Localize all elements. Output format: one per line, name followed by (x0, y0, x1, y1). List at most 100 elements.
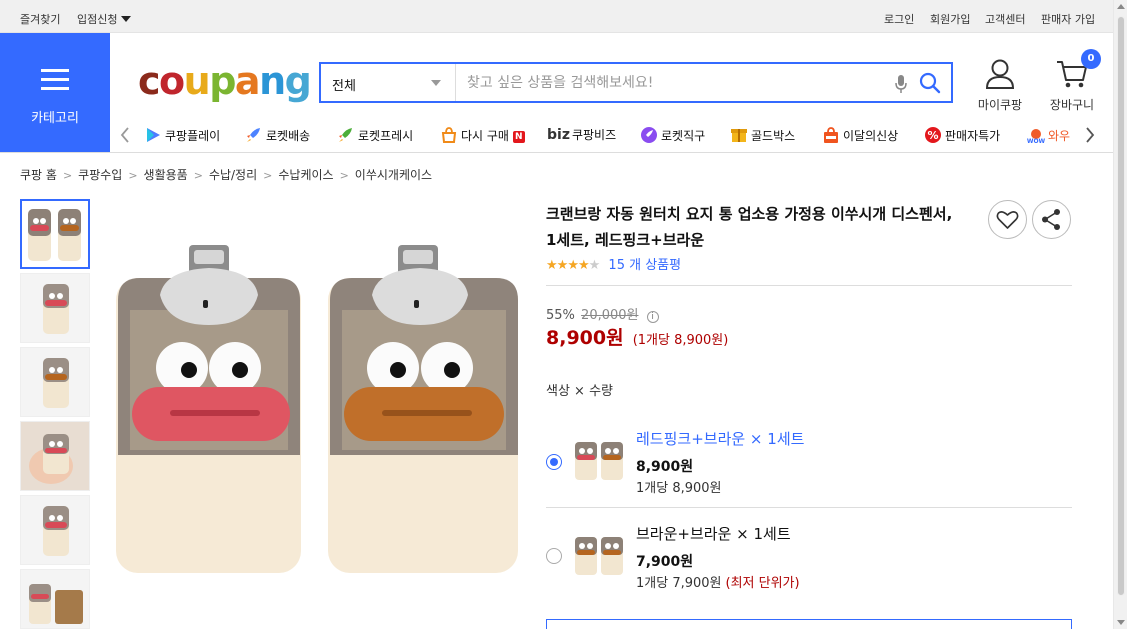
product-thumbnail[interactable] (20, 421, 90, 491)
wow-icon: WOW (1027, 129, 1045, 144)
microphone-icon[interactable] (895, 74, 907, 94)
option-unit-price: 1개당 7,900원 (최저 단위가) (636, 572, 800, 591)
cart-count-badge: 0 (1081, 49, 1101, 69)
product-thumbnail[interactable] (20, 199, 90, 269)
share-button[interactable] (1032, 200, 1071, 239)
seller-signup-link[interactable]: 판매자 가입 (1041, 11, 1095, 27)
chevron-right-icon: > (62, 169, 73, 182)
rating-row: ★★★★★ 15 개 상품평 (546, 254, 681, 273)
bookmark-link[interactable]: 즐겨찾기 (20, 11, 60, 27)
vertical-scrollbar[interactable] (1113, 0, 1127, 629)
logo-letter: c (138, 59, 161, 103)
svc-rocket-delivery[interactable]: 로켓배송 (245, 126, 310, 144)
user-icon (985, 59, 1015, 89)
goldbox-icon (731, 129, 747, 142)
svc-label: 로켓직구 (661, 129, 706, 143)
svc-goldbox[interactable]: 골드박스 (730, 126, 795, 144)
customer-center-link[interactable]: 고객센터 (985, 11, 1025, 27)
lowest-unit-price-tag: (최저 단위가) (725, 576, 800, 591)
breadcrumb-item[interactable]: 쿠팡 홈 (20, 168, 57, 182)
login-link[interactable]: 로그인 (884, 11, 914, 27)
option-item[interactable]: 레드핑크+브라운 × 1세트 8,900원 1개당 8,900원 (546, 426, 1072, 496)
search-category-value: 전체 (332, 79, 356, 94)
option-thumbnail (573, 533, 625, 577)
logo-letter: u (183, 59, 211, 103)
heart-icon (996, 211, 1019, 229)
svc-label: 쿠팡비즈 (571, 128, 617, 142)
mypage-label: 마이쿠팡 (977, 98, 1023, 112)
svc-rocket-fresh[interactable]: 로켓프레시 (337, 126, 413, 144)
rocket-icon (247, 128, 260, 142)
star-empty-icon: ★ (588, 258, 601, 273)
nav-left-arrow-icon[interactable] (120, 127, 130, 143)
option-label: 색상 × 수량 (546, 384, 613, 399)
svc-coupang-play[interactable]: 쿠팡플레이 (144, 126, 220, 144)
dispenser-left-illustration (116, 245, 301, 573)
svc-label: 쿠팡플레이 (165, 129, 221, 143)
rocket-global-icon (641, 127, 657, 143)
product-title: 크랜브랑 자동 원터치 요지 통 업소용 가정용 이쑤시개 디스펜서, 1세트,… (546, 205, 953, 249)
chevron-right-icon: > (263, 169, 273, 182)
chevron-right-icon: > (339, 169, 349, 182)
svc-new-arrivals[interactable]: 이달의신상 (822, 126, 898, 144)
caret-down-icon (121, 16, 132, 22)
breadcrumb-item[interactable]: 생활용품 (144, 168, 188, 182)
service-nav: 쿠팡플레이 로켓배송 로켓프레시 다시 구매 N biz 쿠팡비즈 로켓직구 골드… (110, 118, 1113, 152)
header-divider (0, 152, 1113, 153)
divider (546, 507, 1072, 508)
svc-rebuy[interactable]: 다시 구매 N (440, 126, 525, 144)
quantity-box[interactable] (546, 619, 1072, 629)
option-name: 레드핑크+브라운 × 1세트 (636, 430, 805, 448)
svc-label: 이달의신상 (843, 129, 899, 143)
product-thumbnail[interactable] (20, 495, 90, 565)
coupang-logo[interactable]: coupang (138, 56, 312, 106)
svc-wow[interactable]: WOW 와우 (1027, 126, 1079, 144)
logo-letter: p (209, 59, 236, 103)
breadcrumb-item[interactable]: 수납/정리 (209, 168, 257, 182)
wishlist-button[interactable] (988, 200, 1027, 239)
info-icon[interactable]: i (646, 311, 659, 323)
mypage-button[interactable]: 마이쿠팡 (976, 58, 1024, 113)
seller-apply-label: 입점신청 (77, 13, 118, 26)
option-radio[interactable] (546, 548, 562, 564)
logo-letter: n (259, 59, 286, 103)
rebuy-icon (441, 127, 457, 143)
new-badge: N (512, 131, 525, 143)
option-item[interactable]: 브라운+브라운 × 1세트 7,900원 1개당 7,900원 (최저 단위가) (546, 521, 1072, 591)
breadcrumb-item[interactable]: 이쑤시개케이스 (355, 168, 432, 182)
scroll-up-arrow-icon[interactable] (1117, 4, 1125, 9)
product-thumbnail[interactable] (20, 569, 90, 629)
svc-coupang-biz[interactable]: biz 쿠팡비즈 (547, 126, 616, 143)
product-main-image[interactable] (110, 200, 530, 600)
search-category-select[interactable]: 전체 (321, 64, 456, 101)
seller-apply-link[interactable]: 입점신청 (77, 11, 132, 27)
review-count-link[interactable]: 15 개 상품평 (608, 258, 681, 273)
signup-link[interactable]: 회원가입 (930, 11, 970, 27)
original-price: 20,000원 (581, 308, 639, 323)
option-price: 8,900원 (636, 459, 694, 475)
product-thumbnail[interactable] (20, 273, 90, 343)
scrollbar-thumb[interactable] (1117, 16, 1125, 596)
option-radio[interactable] (546, 454, 562, 470)
category-menu-button[interactable]: 카테고리 (0, 33, 110, 152)
svc-rocket-global[interactable]: 로켓직구 (640, 126, 705, 144)
scroll-down-arrow-icon[interactable] (1117, 620, 1125, 625)
search-icon[interactable] (919, 72, 941, 94)
search-input[interactable] (457, 64, 877, 101)
share-icon (1042, 209, 1060, 230)
category-label: 카테고리 (31, 111, 79, 126)
breadcrumb-item[interactable]: 쿠팡수입 (78, 168, 122, 182)
svc-seller-deal[interactable]: % 판매자특가 (924, 126, 1000, 144)
chevron-right-icon: > (193, 169, 203, 182)
svc-label: 로켓배송 (266, 129, 311, 143)
breadcrumb-item[interactable]: 수납케이스 (278, 168, 333, 182)
logo-letter: a (234, 59, 261, 103)
logo-letter: o (159, 59, 185, 103)
biz-icon: biz (547, 127, 570, 143)
thumbnail-image (21, 422, 89, 490)
seller-deal-icon: % (925, 127, 941, 143)
product-thumbnail[interactable] (20, 347, 90, 417)
chevron-right-icon: > (128, 169, 138, 182)
nav-right-arrow-icon[interactable] (1085, 127, 1095, 143)
thumbnail-image (21, 570, 89, 628)
